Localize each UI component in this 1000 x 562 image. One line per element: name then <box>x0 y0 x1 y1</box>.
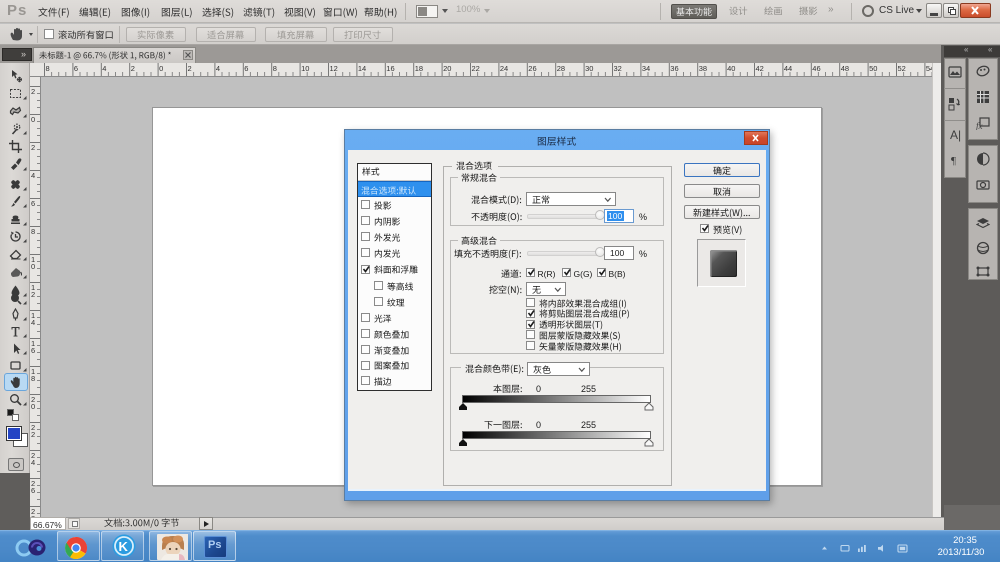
svg-text:38: 38 <box>699 64 707 73</box>
svg-text:22: 22 <box>472 64 480 73</box>
svg-text:32: 32 <box>614 64 622 73</box>
svg-text:52: 52 <box>898 64 906 73</box>
svg-text:40: 40 <box>727 64 735 73</box>
svg-text:4: 4 <box>31 458 35 467</box>
svg-text:4: 4 <box>31 171 35 180</box>
svg-text:14: 14 <box>358 64 366 73</box>
svg-text:50: 50 <box>869 64 877 73</box>
svg-text:8: 8 <box>31 374 35 383</box>
svg-text:6: 6 <box>74 64 78 73</box>
svg-text:26: 26 <box>528 64 536 73</box>
svg-text:34: 34 <box>642 64 650 73</box>
svg-text:30: 30 <box>585 64 593 73</box>
svg-text:48: 48 <box>841 64 849 73</box>
svg-text:10: 10 <box>301 64 309 73</box>
svg-text:6: 6 <box>31 486 35 495</box>
svg-text:18: 18 <box>415 64 423 73</box>
svg-text:K: K <box>119 539 129 554</box>
svg-text:8: 8 <box>273 64 277 73</box>
svg-text:2: 2 <box>31 143 35 152</box>
svg-text:36: 36 <box>670 64 678 73</box>
svg-text:4: 4 <box>102 64 106 73</box>
svg-text:0: 0 <box>31 115 35 124</box>
svg-text:6: 6 <box>31 199 35 208</box>
svg-text:2: 2 <box>31 87 35 96</box>
svg-text:A|: A| <box>950 128 961 142</box>
svg-text:fx: fx <box>976 121 983 130</box>
svg-text:4: 4 <box>31 318 35 327</box>
svg-text:12: 12 <box>330 64 338 73</box>
svg-text:16: 16 <box>386 64 394 73</box>
svg-text:¶: ¶ <box>951 155 956 167</box>
svg-text:42: 42 <box>756 64 764 73</box>
svg-text:2: 2 <box>31 430 35 439</box>
svg-text:0: 0 <box>31 262 35 271</box>
svg-text:2: 2 <box>131 64 135 73</box>
svg-text:6: 6 <box>244 64 248 73</box>
svg-text:0: 0 <box>31 402 35 411</box>
svg-text:4: 4 <box>216 64 220 73</box>
svg-text:6: 6 <box>31 346 35 355</box>
svg-text:0: 0 <box>159 64 163 73</box>
svg-text:20: 20 <box>443 64 451 73</box>
svg-text:28: 28 <box>557 64 565 73</box>
svg-text:8: 8 <box>31 227 35 236</box>
svg-text:44: 44 <box>784 64 792 73</box>
svg-text:46: 46 <box>812 64 820 73</box>
svg-text:24: 24 <box>500 64 508 73</box>
svg-text:2: 2 <box>31 290 35 299</box>
svg-text:8: 8 <box>46 64 50 73</box>
svg-text:2: 2 <box>188 64 192 73</box>
